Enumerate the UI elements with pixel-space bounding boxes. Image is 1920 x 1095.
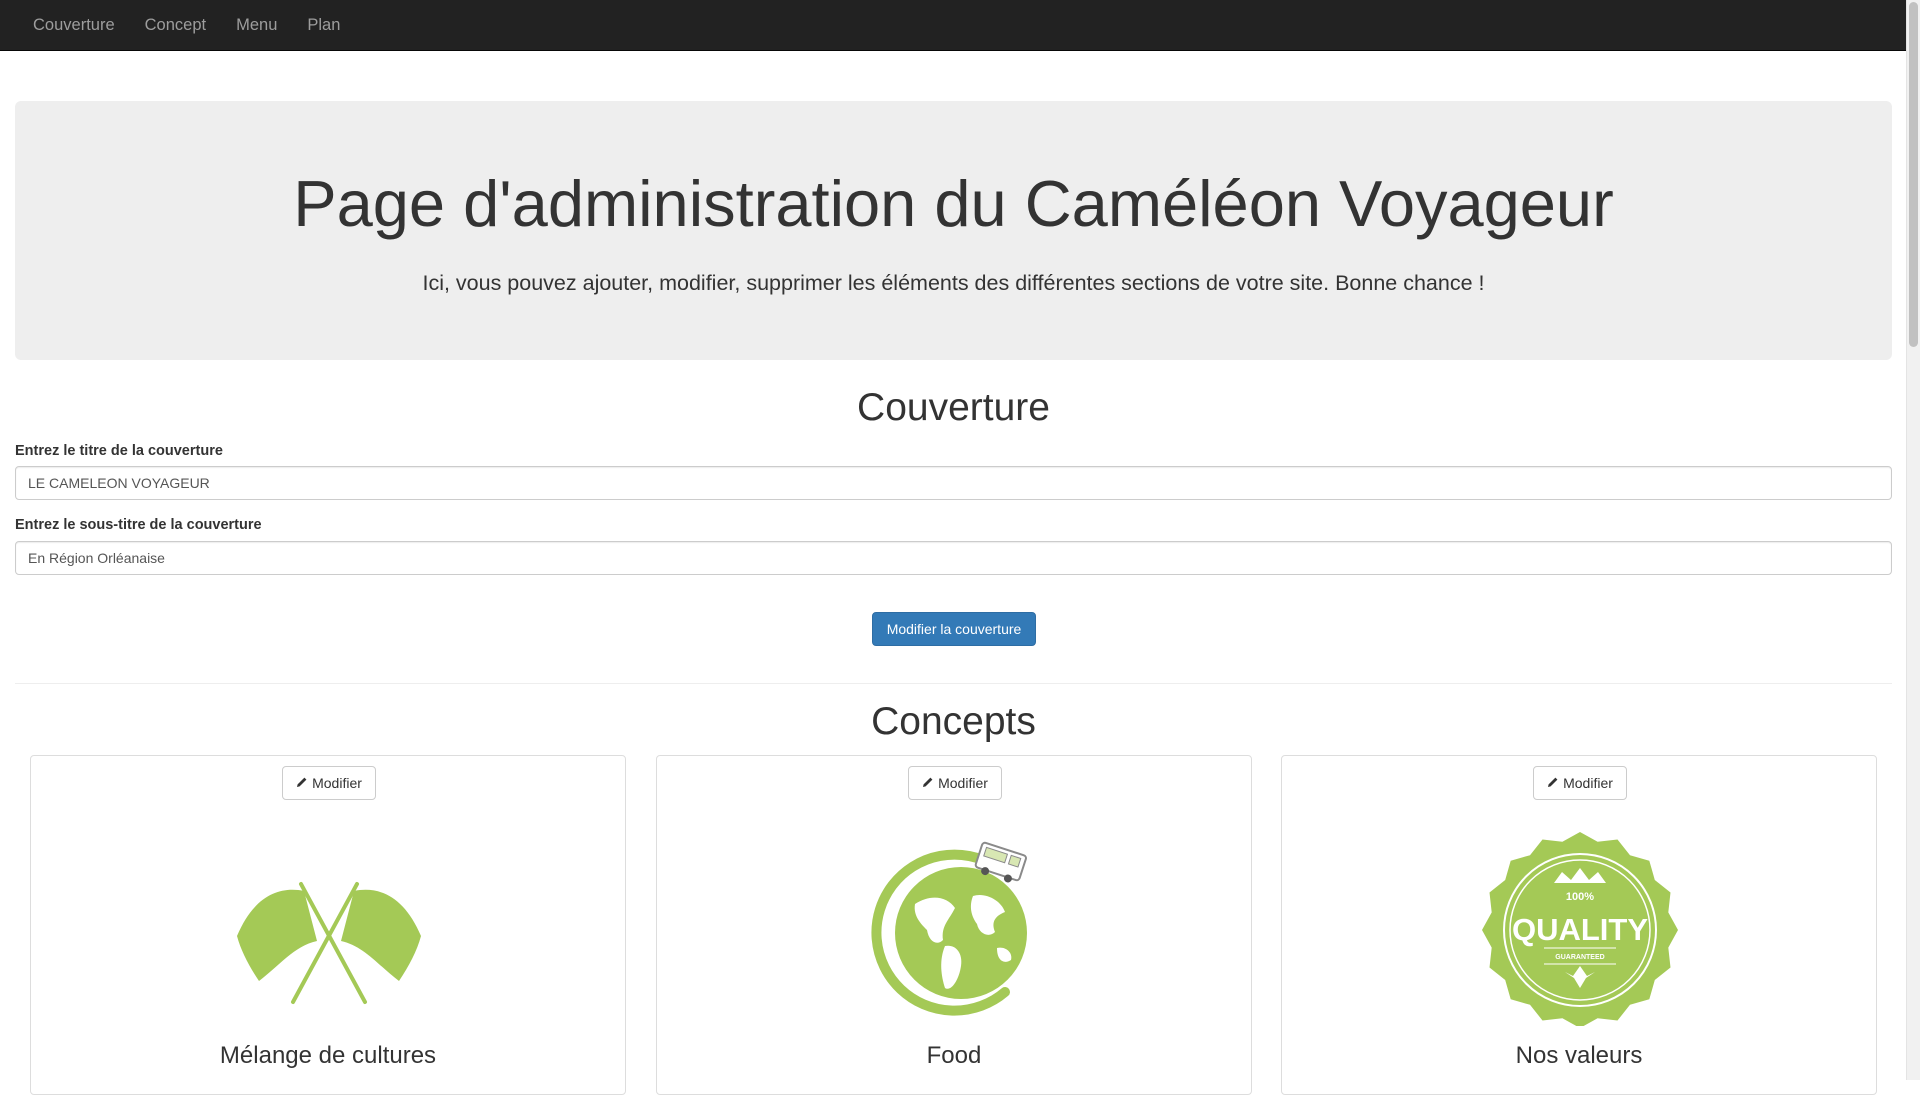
top-navbar: Couverture Concept Menu Plan xyxy=(0,0,1906,51)
concept-card-valeurs: Modifier 100% QUALITY GUARANTEED Nos val… xyxy=(1281,755,1877,1095)
edit-concept-button[interactable]: Modifier xyxy=(1533,766,1627,800)
edit-label: Modifier xyxy=(938,775,988,791)
page-scrollbar[interactable] xyxy=(1906,0,1920,1080)
edit-concept-button[interactable]: Modifier xyxy=(908,766,1002,800)
admin-jumbotron: Page d'administration du Caméléon Voyage… xyxy=(15,101,1892,360)
pencil-icon xyxy=(1547,775,1559,791)
concept-card-title: Nos valeurs xyxy=(1515,1042,1643,1069)
concept-card-title: Mélange de cultures xyxy=(219,1042,437,1069)
nav-link-concept[interactable]: Concept xyxy=(130,0,221,51)
cover-subtitle-input[interactable] xyxy=(15,541,1892,575)
concept-card-cultures: Modifier Mélange de cultures xyxy=(30,755,626,1095)
modify-cover-button[interactable]: Modifier la couverture xyxy=(872,612,1036,646)
crossed-flags-icon xyxy=(219,816,439,1026)
edit-concept-button[interactable]: Modifier xyxy=(282,766,376,800)
nav-link-menu[interactable]: Menu xyxy=(221,0,292,51)
concepts-heading: Concepts xyxy=(871,700,1036,743)
cover-title-input[interactable] xyxy=(15,466,1892,500)
cover-subtitle-label: Entrez le sous-titre de la couverture xyxy=(15,517,262,533)
concept-card-title: Food xyxy=(926,1042,982,1069)
page-lead: Ici, vous pouvez ajouter, modifier, supp… xyxy=(422,271,1485,295)
pencil-icon xyxy=(922,775,934,791)
nav-link-couverture[interactable]: Couverture xyxy=(18,0,130,51)
globe-foodtruck-icon xyxy=(845,816,1065,1026)
nav-link-plan[interactable]: Plan xyxy=(292,0,355,51)
couverture-heading: Couverture xyxy=(857,386,1050,429)
cover-title-label: Entrez le titre de la couverture xyxy=(15,443,223,459)
quality-seal-icon: 100% QUALITY GUARANTEED xyxy=(1470,816,1690,1028)
page-title: Page d'administration du Caméléon Voyage… xyxy=(293,167,1614,240)
edit-label: Modifier xyxy=(312,775,362,791)
section-divider xyxy=(15,683,1892,684)
scrollbar-thumb[interactable] xyxy=(1909,2,1918,347)
pencil-icon xyxy=(296,775,308,791)
seal-main-text: QUALITY xyxy=(1512,912,1648,947)
concept-card-food: Modifier Food xyxy=(656,755,1252,1095)
edit-label: Modifier xyxy=(1563,775,1613,791)
seal-top-text: 100% xyxy=(1566,891,1594,903)
seal-bottom-text: GUARANTEED xyxy=(1555,954,1604,961)
